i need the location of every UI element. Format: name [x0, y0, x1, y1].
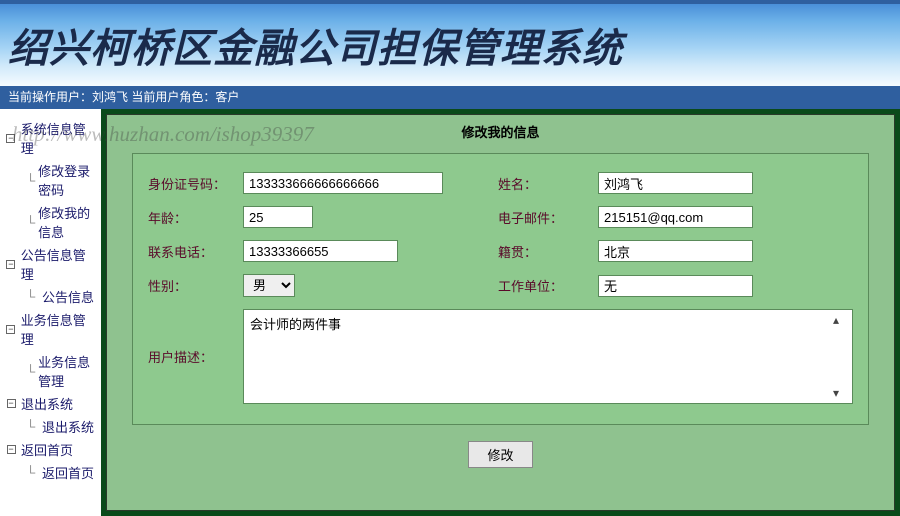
sidebar-item-business[interactable]: └ 业务信息管理 [4, 350, 97, 392]
tree-branch-icon: └ [26, 173, 38, 188]
sidebar-item-label: 退出系统 [42, 417, 94, 436]
tree-branch-icon: └ [26, 364, 38, 379]
name-input[interactable] [598, 172, 753, 194]
age-input[interactable] [243, 206, 313, 228]
current-user-label: 当前操作用户： [8, 90, 92, 104]
gender-select[interactable]: 男 [243, 274, 295, 297]
desc-textarea[interactable] [243, 309, 853, 404]
app-title: 绍兴柯桥区金融公司担保管理系统 [8, 16, 623, 74]
sidebar-item-notice[interactable]: └ 公告信息 [4, 285, 97, 308]
current-user-value: 刘鸿飞 [92, 90, 128, 104]
native-input[interactable] [598, 240, 753, 262]
collapse-icon: − [4, 443, 18, 457]
sidebar-group-label: 业务信息管理 [21, 310, 97, 348]
desc-label: 用户描述： [148, 347, 243, 366]
work-label: 工作单位： [498, 276, 598, 295]
sidebar-item-edit-profile[interactable]: └ 修改我的信息 [4, 201, 97, 243]
current-role-value: 客户 [215, 90, 239, 104]
sidebar-group-logout[interactable]: − 退出系统 [4, 392, 97, 415]
collapse-icon: − [4, 322, 18, 336]
sidebar-item-change-password[interactable]: └ 修改登录密码 [4, 159, 97, 201]
sidebar-group-label: 返回首页 [21, 440, 73, 459]
panel-title: 修改我的信息 [107, 115, 894, 148]
submit-row: 修改 [107, 435, 894, 474]
tree-branch-icon: └ [26, 465, 42, 480]
email-input[interactable] [598, 206, 753, 228]
collapse-icon: − [4, 131, 18, 145]
nav-sidebar: − 系统信息管理 └ 修改登录密码 └ 修改我的信息 − 公告信息管理 └ 公告… [0, 109, 101, 516]
sidebar-group-home[interactable]: − 返回首页 [4, 438, 97, 461]
tree-branch-icon: └ [26, 419, 42, 434]
age-label: 年龄： [148, 208, 243, 227]
phone-label: 联系电话： [148, 242, 243, 261]
app-header: 绍兴柯桥区金融公司担保管理系统 [0, 0, 900, 86]
work-input[interactable] [598, 275, 753, 297]
sidebar-item-label: 业务信息管理 [38, 352, 97, 390]
profile-form: 身份证号码： 姓名： 年龄： 电子邮件： [132, 153, 869, 425]
id-label: 身份证号码： [148, 174, 243, 193]
status-bar: 当前操作用户：刘鸿飞 当前用户角色：客户 [0, 86, 900, 109]
sidebar-item-label: 公告信息 [42, 287, 94, 306]
sidebar-item-label: 返回首页 [42, 463, 94, 482]
collapse-icon: − [4, 397, 18, 411]
native-label: 籍贯： [498, 242, 598, 261]
name-label: 姓名： [498, 174, 598, 193]
tree-branch-icon: └ [26, 289, 42, 304]
sidebar-group-label: 公告信息管理 [21, 245, 97, 283]
email-label: 电子邮件： [498, 208, 598, 227]
main-content: 修改我的信息 身份证号码： 姓名： 年龄： [101, 109, 900, 516]
sidebar-item-home[interactable]: └ 返回首页 [4, 461, 97, 484]
profile-panel: 修改我的信息 身份证号码： 姓名： 年龄： [106, 114, 895, 511]
scroll-up-icon[interactable]: ▴ [833, 313, 847, 327]
scroll-down-icon[interactable]: ▾ [833, 386, 847, 400]
phone-input[interactable] [243, 240, 398, 262]
collapse-icon: − [4, 257, 18, 271]
gender-label: 性别： [148, 276, 243, 295]
sidebar-item-logout[interactable]: └ 退出系统 [4, 415, 97, 438]
submit-button[interactable]: 修改 [468, 441, 532, 468]
sidebar-group-label: 系统信息管理 [21, 119, 97, 157]
sidebar-item-label: 修改我的信息 [38, 203, 97, 241]
tree-branch-icon: └ [26, 215, 38, 230]
sidebar-item-label: 修改登录密码 [38, 161, 97, 199]
sidebar-group-system[interactable]: − 系统信息管理 [4, 117, 97, 159]
id-input[interactable] [243, 172, 443, 194]
sidebar-group-notice[interactable]: − 公告信息管理 [4, 243, 97, 285]
sidebar-group-label: 退出系统 [21, 394, 73, 413]
sidebar-group-business[interactable]: − 业务信息管理 [4, 308, 97, 350]
current-role-label: 当前用户角色： [131, 90, 215, 104]
